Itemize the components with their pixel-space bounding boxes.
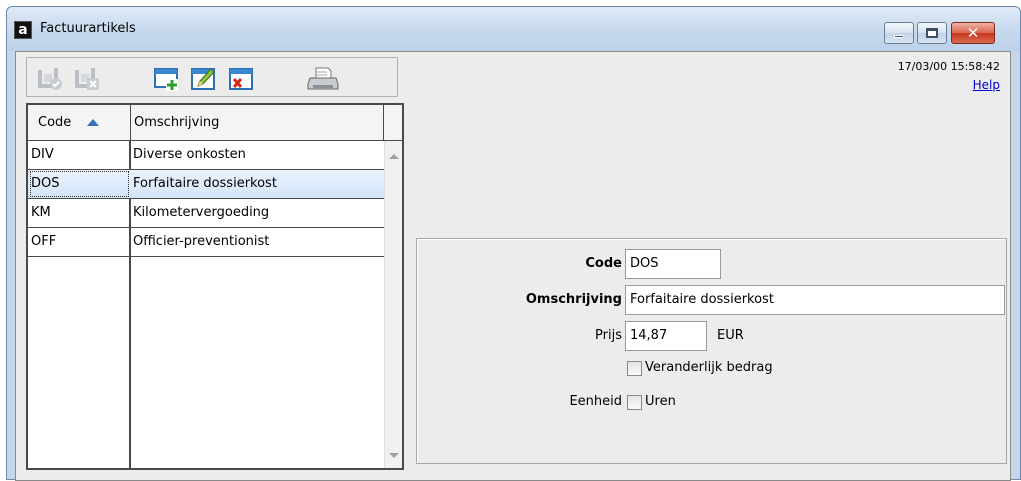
- price-label: Prijs: [595, 328, 622, 343]
- row-description: Diverse onkosten: [133, 147, 246, 162]
- list-rows: DIV Diverse onkosten DOS Forfaitaire dos…: [28, 141, 384, 257]
- code-label: Code: [585, 256, 622, 271]
- sort-ascending-icon: [87, 119, 100, 126]
- client-area: 17/03/00 15:58:42 Help Code Omschrijving…: [15, 51, 1011, 481]
- variable-amount-checkbox[interactable]: [627, 361, 642, 376]
- save-check-icon[interactable]: [36, 66, 64, 92]
- row-code: DIV: [31, 147, 54, 162]
- app-window: a Factuurartikels ✕ 17/03/00 15:58:42 He…: [6, 6, 1021, 481]
- description-label: Omschrijving: [525, 292, 622, 307]
- close-button[interactable]: ✕: [951, 22, 995, 44]
- hours-label[interactable]: Uren: [645, 394, 676, 409]
- maximize-icon: [926, 28, 938, 38]
- row-code: KM: [31, 205, 51, 220]
- row-code: OFF: [31, 234, 57, 249]
- currency-label: EUR: [717, 328, 744, 343]
- app-icon: a: [14, 21, 32, 39]
- minimize-button[interactable]: [884, 22, 914, 44]
- price-field[interactable]: 14,87: [625, 321, 707, 351]
- table-row[interactable]: OFF Officier-preventionist: [28, 228, 384, 257]
- scroll-down-icon[interactable]: [389, 453, 399, 458]
- window-title: Factuurartikels: [40, 21, 136, 36]
- row-description: Officier-preventionist: [133, 234, 270, 249]
- column-header-description[interactable]: Omschrijving: [131, 105, 384, 141]
- close-icon: ✕: [966, 24, 980, 42]
- unit-label: Eenheid: [569, 394, 622, 409]
- detail-panel: Code DOS Omschrijving Forfaitaire dossie…: [416, 238, 1007, 464]
- variable-amount-label[interactable]: Veranderlijk bedrag: [645, 360, 773, 375]
- row-code: DOS: [29, 170, 130, 198]
- new-record-icon[interactable]: [153, 66, 181, 92]
- maximize-button[interactable]: [917, 22, 947, 44]
- title-bar[interactable]: a Factuurartikels ✕: [7, 7, 1020, 51]
- table-row-selected[interactable]: DOS Forfaitaire dossierkost: [28, 170, 384, 199]
- column-header-code-label: Code: [38, 115, 72, 130]
- table-row[interactable]: DIV Diverse onkosten: [28, 141, 384, 170]
- article-list: Code Omschrijving DIV Diverse onkosten D…: [26, 103, 404, 470]
- edit-record-icon[interactable]: [190, 66, 218, 92]
- help-link[interactable]: Help: [973, 78, 1000, 92]
- datetime-label: 17/03/00 15:58:42: [897, 60, 1000, 73]
- toolbar: [26, 57, 398, 97]
- table-row[interactable]: KM Kilometervergoeding: [28, 199, 384, 228]
- scroll-up-icon[interactable]: [389, 154, 399, 159]
- row-description: Kilometervergoeding: [133, 205, 270, 220]
- delete-record-icon[interactable]: [228, 66, 256, 92]
- list-header: Code Omschrijving: [28, 105, 402, 141]
- hours-checkbox[interactable]: [627, 395, 642, 410]
- code-field[interactable]: DOS: [625, 249, 721, 279]
- save-cancel-icon[interactable]: [73, 66, 101, 92]
- description-field[interactable]: Forfaitaire dossierkost: [625, 285, 1005, 315]
- vertical-scrollbar[interactable]: [384, 141, 402, 468]
- minimize-icon: [894, 35, 904, 38]
- row-description: Forfaitaire dossierkost: [133, 176, 277, 191]
- print-icon[interactable]: [307, 66, 339, 92]
- column-header-code[interactable]: Code: [28, 105, 131, 141]
